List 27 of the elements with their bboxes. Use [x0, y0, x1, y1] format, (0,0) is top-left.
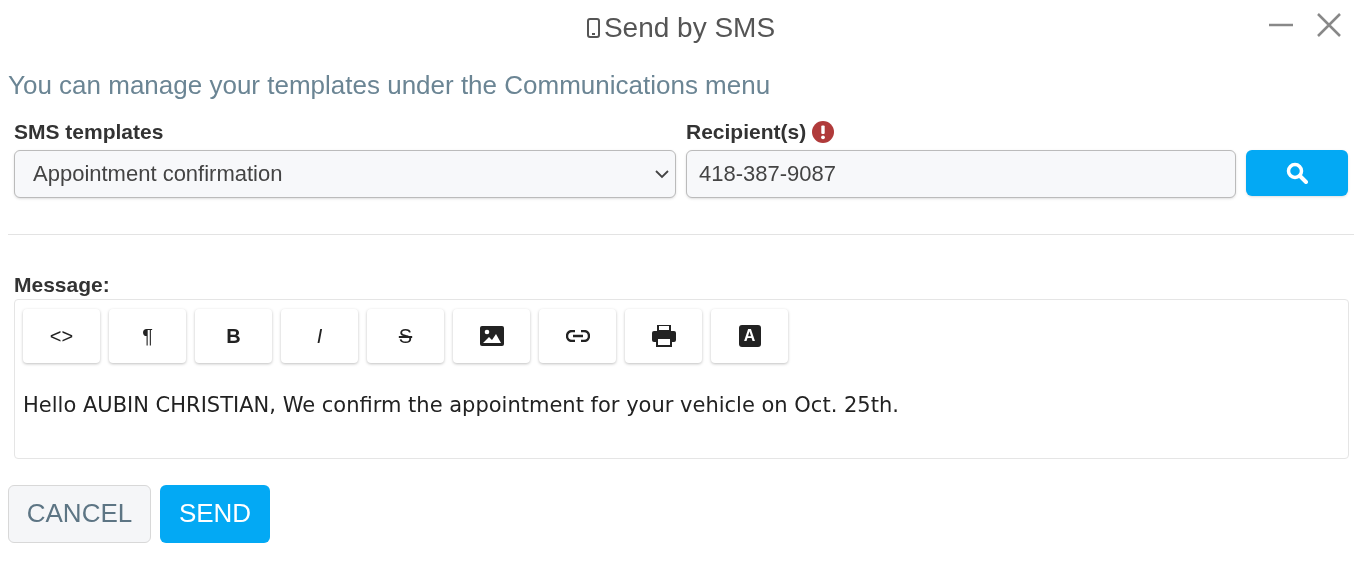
field-label: Recipient(s)	[686, 119, 807, 145]
notice-text: You can manage your templates under the Communications menu	[8, 70, 771, 100]
phone-icon	[586, 18, 600, 38]
recipient-field[interactable]: 418-387-9087	[686, 149, 1236, 198]
window-title: Send by SMS	[603, 11, 776, 45]
message-text: Hello AUBIN CHRISTIAN, We confirm the appointment for your vehicle on Oct. 25th.	[23, 392, 899, 417]
field-label: SMS templates	[14, 119, 165, 145]
toolbar-button[interactable]	[625, 308, 702, 363]
toolbar-button[interactable]	[539, 308, 616, 363]
toolbar-button[interactable]: ¶	[109, 308, 186, 363]
message-editor[interactable]: <> ¶ B I S A Hello AUBIN CHRISTIAN, We confirm the appointment for your vehicle on Oct. 25th.	[14, 298, 1349, 459]
link-icon	[565, 329, 590, 342]
toolbar-button[interactable]: S	[367, 308, 444, 363]
toolbar-button[interactable]: I	[281, 308, 358, 363]
close-icon[interactable]	[1316, 12, 1342, 38]
toolbar-button[interactable]: <>	[23, 308, 100, 363]
cancel-button[interactable]: CANCEL	[8, 484, 151, 543]
printer-icon	[651, 324, 676, 347]
image-icon	[479, 325, 504, 346]
chevron-down-icon	[655, 168, 669, 179]
toolbar-button[interactable]	[453, 308, 530, 363]
toolbar-button[interactable]: A	[711, 308, 788, 363]
search-button[interactable]	[1246, 149, 1348, 196]
field-label: Message:	[14, 271, 111, 297]
search-icon	[1286, 161, 1308, 184]
toolbar-button[interactable]: B	[195, 308, 272, 363]
template-select[interactable]: Appointment confirmation	[14, 149, 676, 198]
